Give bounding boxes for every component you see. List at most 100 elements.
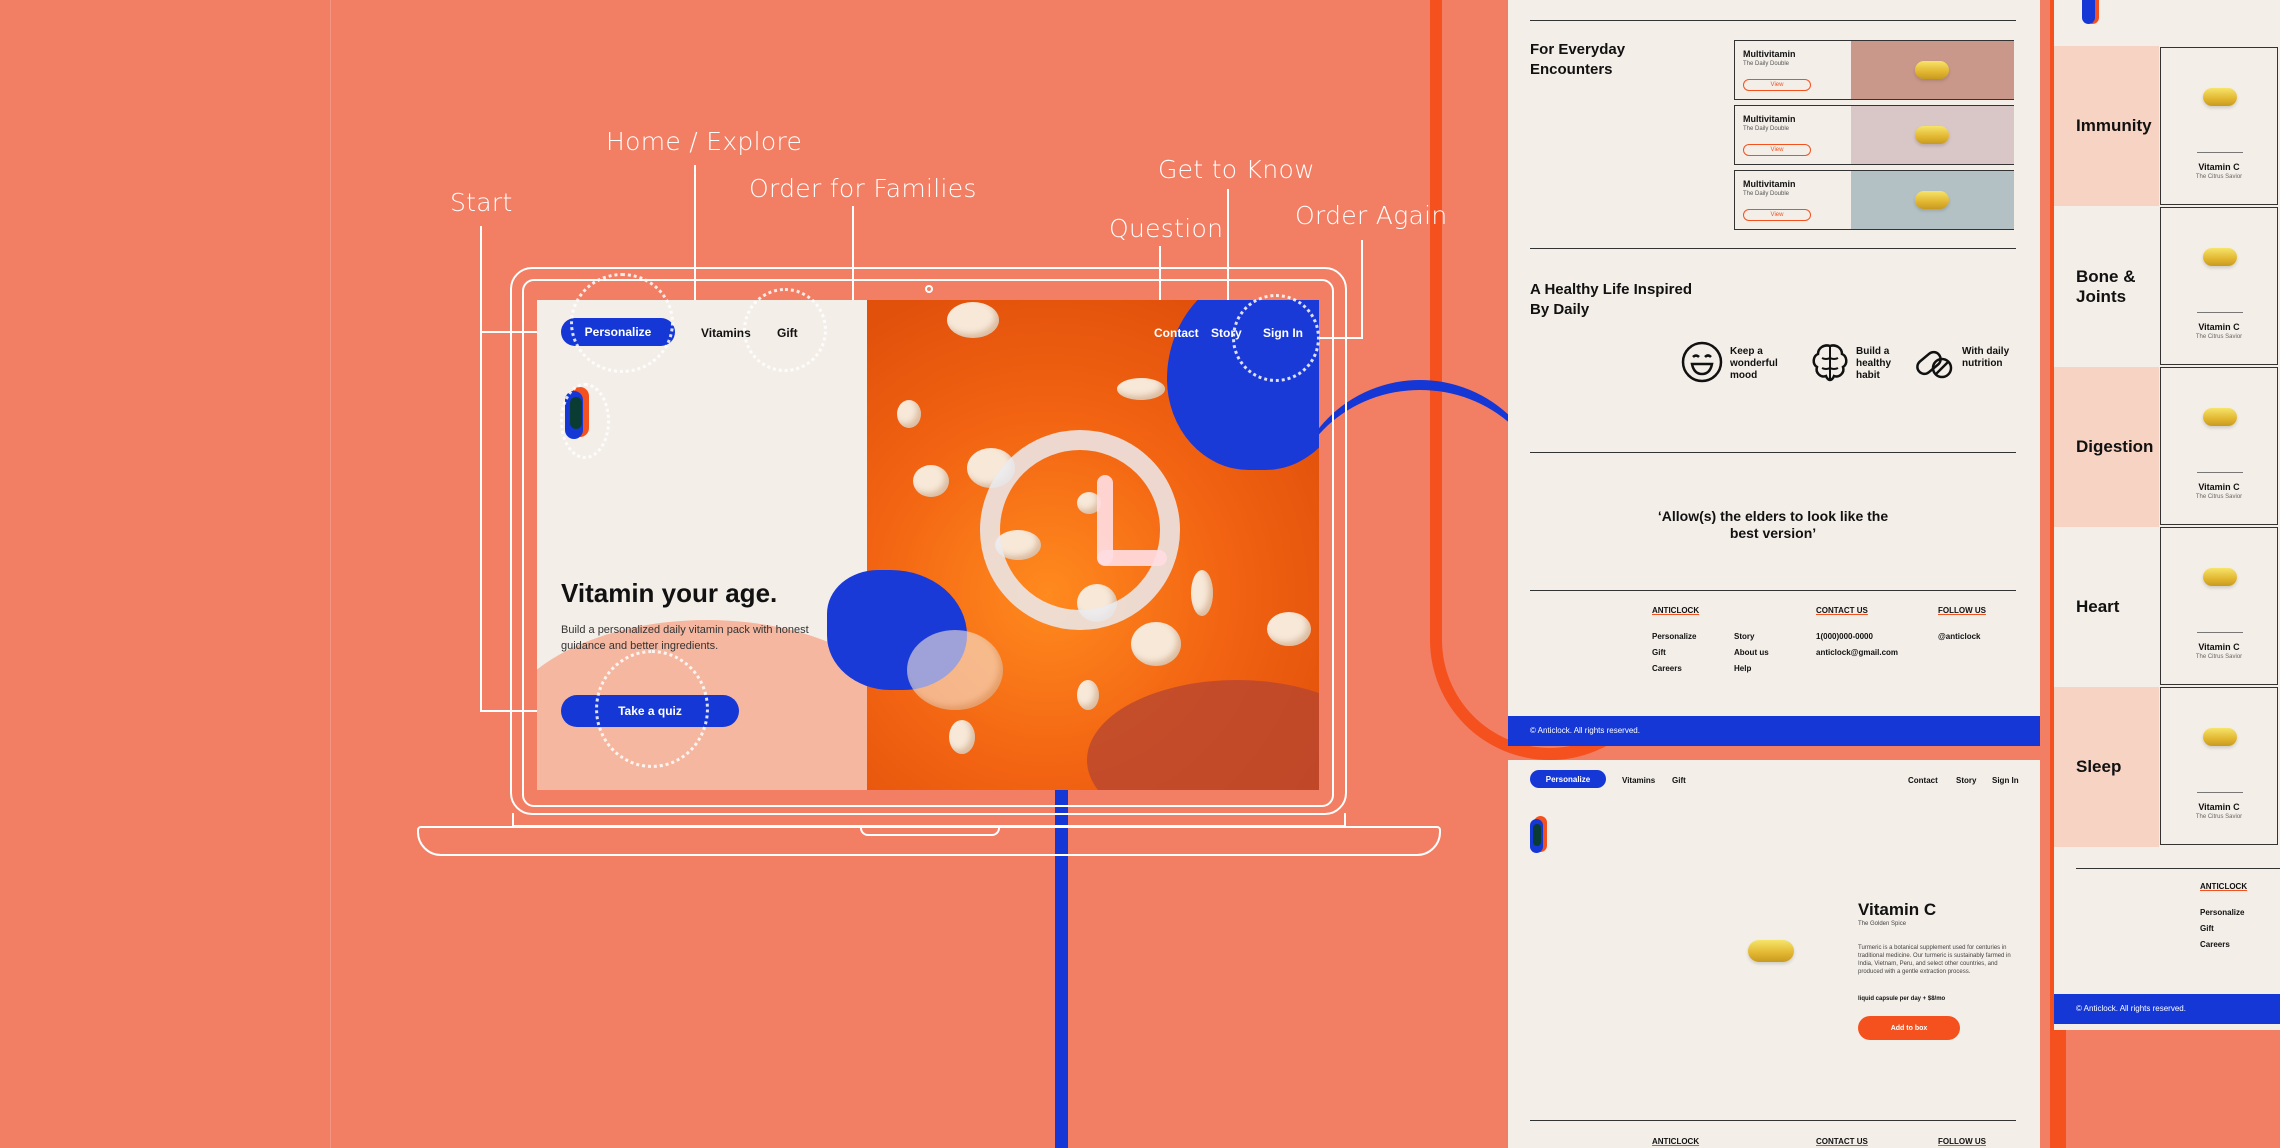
footer-link-story[interactable]: Story <box>1734 632 1754 641</box>
hotspot-gift <box>743 288 827 372</box>
red-blob <box>1087 680 1319 790</box>
footer-heading-follow: FOLLOW US <box>1938 1137 1986 1146</box>
category-card[interactable]: Vitamin C The Citrus Savior <box>2160 687 2278 845</box>
nav-contact[interactable]: Contact <box>1154 326 1199 340</box>
footer-heading-anticlock: ANTICLOCK <box>1652 606 1700 615</box>
benefit-nutrition: With daily nutrition <box>1962 346 2010 369</box>
connector-order-again <box>1361 240 1363 338</box>
connector-start <box>480 226 482 711</box>
page-preview-product: Personalize Vitamins Gift Contact Story … <box>1508 760 2040 1148</box>
benefit-mood: Keep a wonderful mood <box>1730 346 1778 381</box>
footer-heading-contact: CONTACT US <box>1816 1137 1868 1146</box>
hotspot-logo <box>560 383 610 459</box>
footer-handle[interactable]: @anticlock <box>1938 632 1980 641</box>
footer-link-careers[interactable]: Careers <box>2200 940 2230 949</box>
footer-phone[interactable]: 1(000)000-0000 <box>1816 632 1873 641</box>
footer-link-gift[interactable]: Gift <box>1652 648 1666 657</box>
category-sleep[interactable]: Sleep <box>2054 687 2159 847</box>
annotation-question: Question <box>1109 214 1224 243</box>
page-preview-categories: Immunity Vitamin C The Citrus Savior Bon… <box>2054 0 2280 1030</box>
divider <box>1530 20 2016 21</box>
view-button[interactable]: View <box>1743 209 1811 221</box>
product-image <box>1851 171 2014 229</box>
divider <box>1530 1120 2016 1121</box>
category-card[interactable]: Vitamin C The Citrus Savior <box>2160 207 2278 365</box>
category-immunity[interactable]: Immunity <box>2054 46 2159 206</box>
product-image <box>1851 41 2014 99</box>
footer-link-careers[interactable]: Careers <box>1652 664 1682 673</box>
personalize-button[interactable]: Personalize <box>1530 770 1606 788</box>
footer-link-help[interactable]: Help <box>1734 664 1751 673</box>
section-title-healthy-life: A Healthy Life Inspired By Daily <box>1530 281 1692 318</box>
category-card[interactable]: Vitamin C The Citrus Savior <box>2160 47 2278 205</box>
nav-gift[interactable]: Gift <box>1672 776 1686 785</box>
annotation-get-to-know: Get to Know <box>1158 155 1315 184</box>
product-image <box>1851 106 2014 164</box>
anticlock-logo[interactable] <box>2082 0 2100 26</box>
clock-icon <box>980 430 1180 630</box>
quote: ‘Allow(s) the elders to look like the be… <box>1657 508 1889 541</box>
anticlock-logo[interactable] <box>1530 816 1548 854</box>
capsule-icon <box>2203 568 2237 586</box>
nav-story[interactable]: Story <box>1956 776 1976 785</box>
laptop-camera <box>925 285 933 293</box>
page-preview-home-bottom: For Everyday Encounters Multivitamin The… <box>1508 0 2040 745</box>
product-subtitle: The Golden Spice <box>1858 921 1907 927</box>
capsule-icon <box>2203 728 2237 746</box>
add-to-box-button[interactable]: Add to box <box>1858 1016 1960 1040</box>
pill <box>949 720 975 754</box>
annotation-order-again: Order Again <box>1295 201 1448 230</box>
annotation-start: Start <box>450 188 513 217</box>
footer-link-gift[interactable]: Gift <box>2200 924 2214 933</box>
capsule-icon <box>2203 88 2237 106</box>
category-digestion[interactable]: Digestion <box>2054 367 2159 527</box>
capsule-icon <box>1915 126 1949 144</box>
product-card[interactable]: Multivitamin The Daily Double View <box>1734 105 2014 165</box>
smile-icon <box>1681 341 1723 383</box>
hotspot-sign-in <box>1232 294 1320 382</box>
footer-link-personalize[interactable]: Personalize <box>2200 908 2244 917</box>
footer-email[interactable]: anticlock@gmail.com <box>1816 648 1898 657</box>
pills-icon <box>1916 350 1953 379</box>
copyright-bar: © Anticlock. All rights reserved. <box>2054 994 2280 1024</box>
product-card[interactable]: Multivitamin The Daily Double View <box>1734 170 2014 230</box>
footer-link-personalize[interactable]: Personalize <box>1652 632 1696 641</box>
view-button[interactable]: View <box>1743 144 1811 156</box>
view-button[interactable]: View <box>1743 79 1811 91</box>
annotation-order-families: Order for Families <box>749 174 977 203</box>
pill <box>913 465 949 497</box>
category-bone-joints[interactable]: Bone & Joints <box>2054 207 2159 367</box>
clock-hand <box>1097 550 1167 566</box>
category-heart[interactable]: Heart <box>2054 527 2159 687</box>
product-title: Vitamin C <box>1858 900 1937 919</box>
footer-heading-anticlock: ANTICLOCK <box>1652 1137 1700 1146</box>
hotspot-quiz <box>595 650 709 768</box>
category-card[interactable]: Vitamin C The Citrus Savior <box>2160 527 2278 685</box>
background-divider <box>330 0 331 1148</box>
brain-icon <box>1812 344 1848 382</box>
category-card[interactable]: Vitamin C The Citrus Savior <box>2160 367 2278 525</box>
footer-heading-contact: CONTACT US <box>1816 606 1868 615</box>
product-card[interactable]: Multivitamin The Daily Double View <box>1734 40 2014 100</box>
capsule-icon <box>1915 191 1949 209</box>
footer-heading-follow: FOLLOW US <box>1938 606 1986 615</box>
product-description: Turmeric is a botanical supplement used … <box>1858 945 2011 975</box>
footer-link-about[interactable]: About us <box>1734 648 1769 657</box>
hero-title: Vitamin your age. <box>561 578 778 608</box>
divider <box>1530 248 2016 249</box>
product-price: liquid capsule per day + $8/mo <box>1858 996 1946 1002</box>
pill <box>1191 570 1213 616</box>
laptop-notch <box>860 826 1000 836</box>
pill <box>907 630 1003 710</box>
pill <box>1267 612 1311 646</box>
divider <box>1530 452 2016 453</box>
pill <box>947 302 999 338</box>
section-title-encounters: For Everyday Encounters <box>1530 41 1626 78</box>
nav-sign-in[interactable]: Sign In <box>1992 776 2019 785</box>
hero-subtitle: Build a personalized daily vitamin pack … <box>561 624 809 652</box>
capsule-icon <box>1915 61 1949 79</box>
laptop-hinge <box>512 813 1346 827</box>
nav-contact[interactable]: Contact <box>1908 776 1938 785</box>
nav-vitamins[interactable]: Vitamins <box>1622 776 1655 785</box>
footer-heading-anticlock: ANTICLOCK <box>2200 882 2248 891</box>
